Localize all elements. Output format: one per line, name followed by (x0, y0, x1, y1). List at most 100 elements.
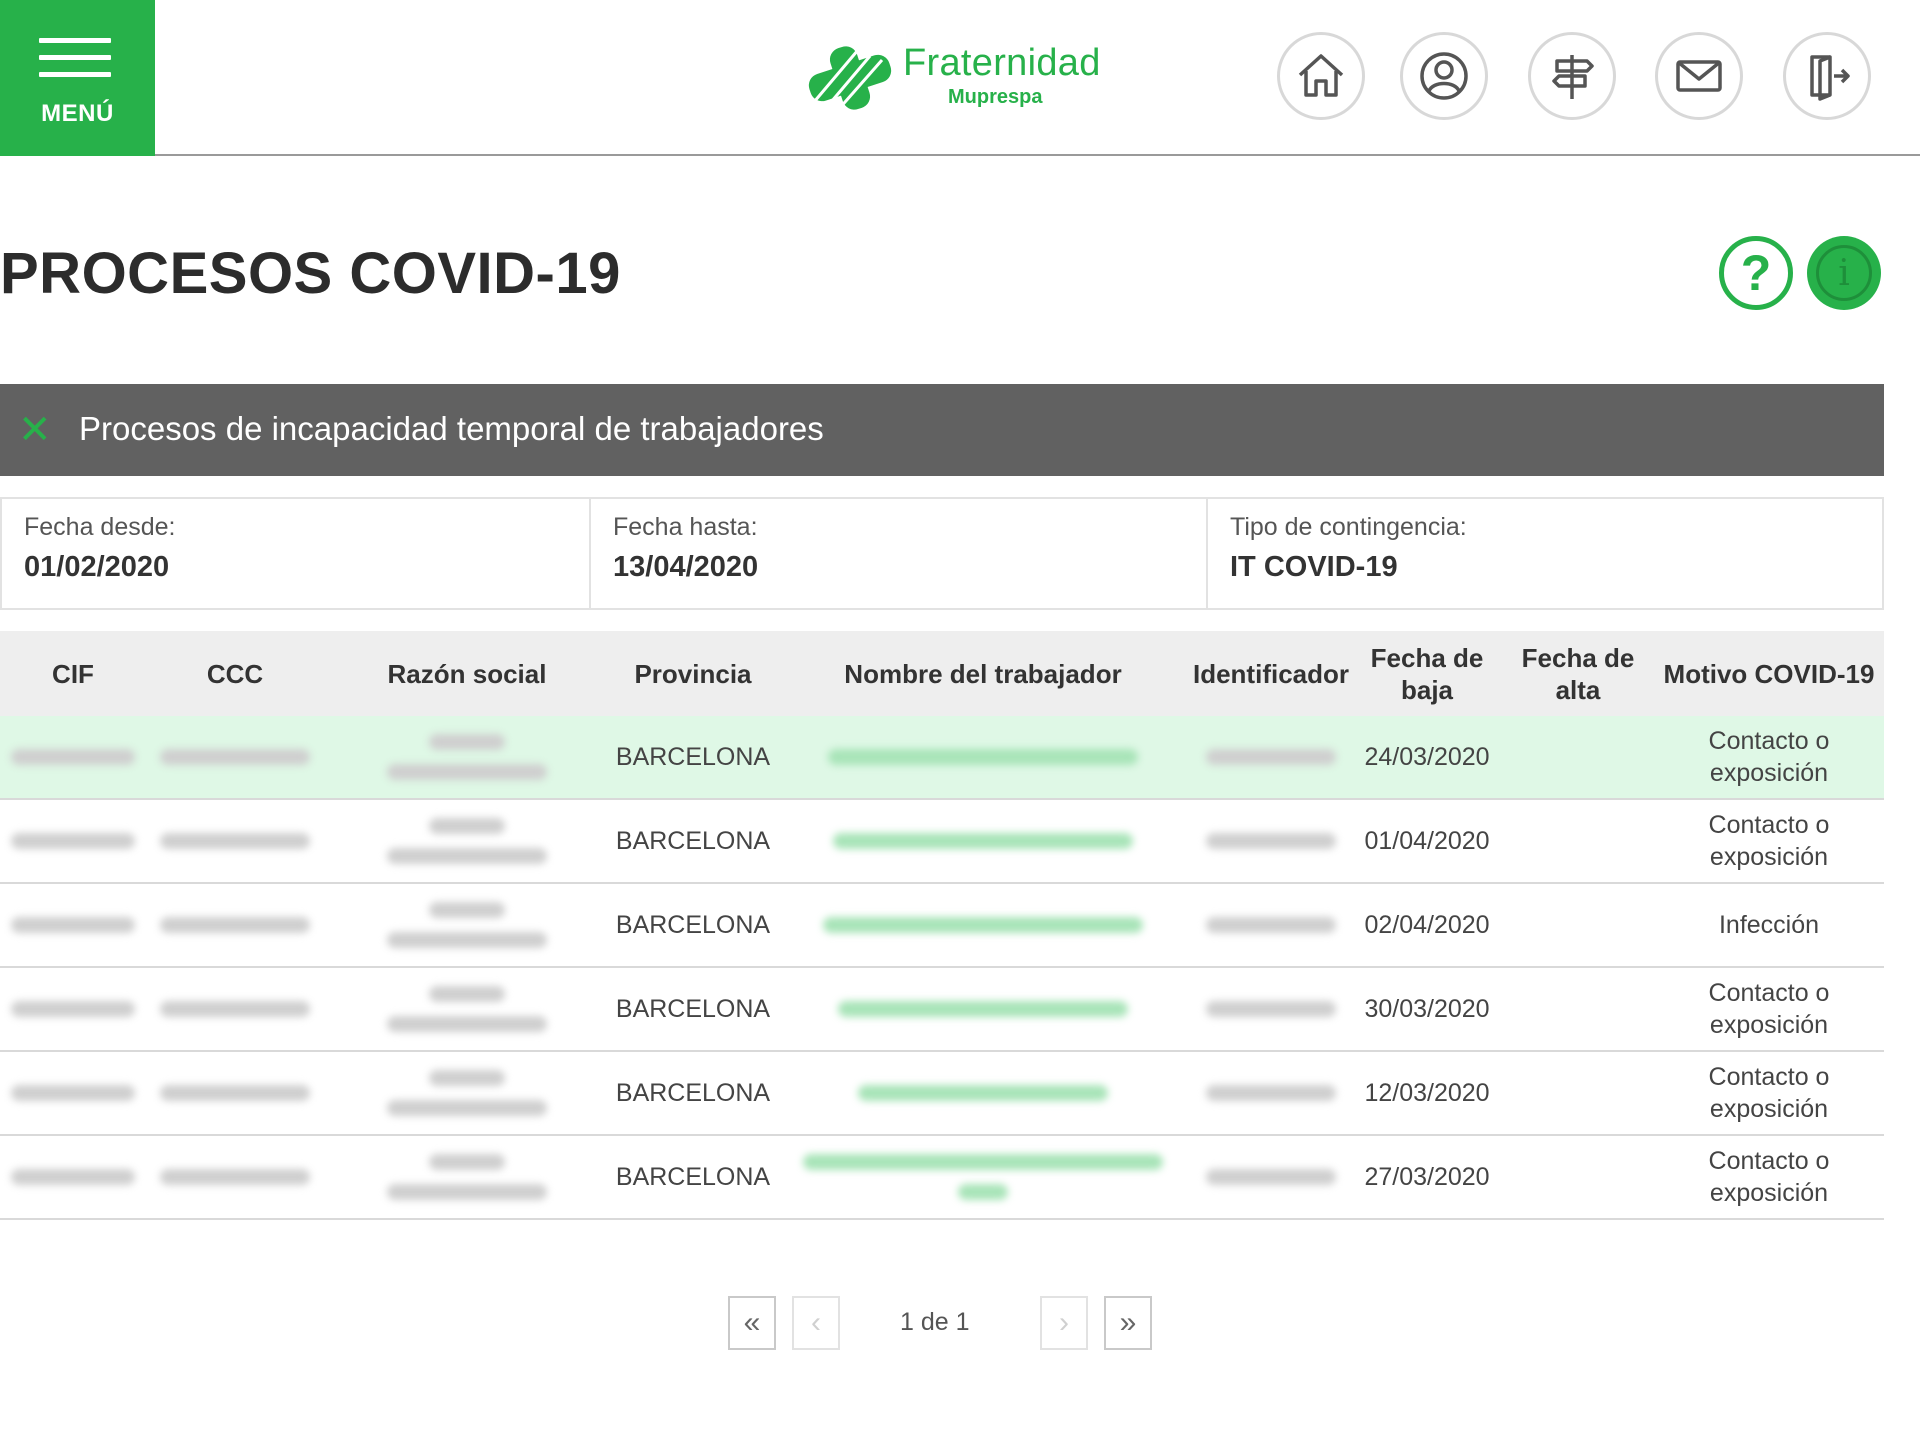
cell-ccc-redacted (146, 909, 324, 941)
cell-nombre-redacted[interactable] (776, 825, 1190, 857)
pagination: « ‹ 1 de 1 › » (728, 1296, 1152, 1352)
cell-ccc-redacted (146, 741, 324, 773)
cell-cif-redacted (0, 825, 146, 857)
table-row[interactable]: BARCELONA 02/04/2020 Infección (0, 884, 1884, 968)
cell-nombre-redacted[interactable] (776, 741, 1190, 773)
cell-cif-redacted (0, 993, 146, 1025)
double-chevron-left-icon: « (743, 1306, 761, 1339)
first-page-button[interactable]: « (728, 1296, 776, 1350)
cell-ccc-redacted (146, 825, 324, 857)
column-header-motivo[interactable]: Motivo COVID-19 (1654, 658, 1884, 690)
filter-value: IT COVID-19 (1230, 551, 1398, 583)
filter-tipo-contingencia[interactable]: Tipo de contingencia: IT COVID-19 (1208, 499, 1882, 608)
cell-provincia: BARCELONA (615, 827, 771, 855)
messages-button[interactable] (1655, 32, 1743, 120)
cell-motivo: Contacto o exposición (1708, 1147, 1830, 1207)
cell-identificador-redacted (1190, 741, 1352, 773)
cell-nombre-redacted[interactable] (776, 993, 1190, 1025)
page-indicator: 1 de 1 (900, 1308, 970, 1336)
column-header-cif[interactable]: CIF (0, 658, 146, 690)
cell-motivo: Contacto o exposición (1708, 979, 1830, 1039)
filter-label: Fecha hasta: (613, 513, 758, 541)
cell-ccc-redacted (146, 1161, 324, 1193)
cell-provincia: BARCELONA (615, 1163, 771, 1191)
column-header-provincia[interactable]: Provincia (610, 658, 776, 690)
cell-motivo: Contacto o exposición (1708, 811, 1830, 871)
last-page-button[interactable]: » (1104, 1296, 1152, 1350)
filter-label: Fecha desde: (24, 513, 176, 541)
info-button[interactable]: i (1807, 236, 1881, 310)
section-header: ✕ Procesos de incapacidad temporal de tr… (0, 384, 1884, 476)
cell-ccc-redacted (146, 1077, 324, 1109)
cell-provincia: BARCELONA (615, 1079, 771, 1107)
cell-cif-redacted (0, 741, 146, 773)
cell-nombre-redacted[interactable] (776, 1077, 1190, 1109)
top-header: MENÚ Fraternidad Muprespa (0, 0, 1920, 156)
cell-razon-social-redacted (324, 986, 610, 1032)
cell-provincia: BARCELONA (615, 995, 771, 1023)
logout-button[interactable] (1783, 32, 1871, 120)
chevron-left-icon: ‹ (811, 1306, 821, 1339)
logo-name: Fraternidad (903, 42, 1101, 84)
fraternidad-logo[interactable]: Fraternidad Muprespa (800, 38, 1100, 118)
cell-motivo: Contacto o exposición (1708, 727, 1830, 787)
filter-fecha-hasta[interactable]: Fecha hasta: 13/04/2020 (591, 499, 1208, 608)
directions-button[interactable] (1528, 32, 1616, 120)
previous-page-button[interactable]: ‹ (792, 1296, 840, 1350)
home-button[interactable] (1277, 32, 1365, 120)
cell-identificador-redacted (1190, 909, 1352, 941)
mail-icon (1676, 60, 1722, 92)
page-title: PROCESOS COVID-19 (0, 241, 621, 306)
cell-fecha-baja: 30/03/2020 (1364, 995, 1490, 1023)
table-row[interactable]: BARCELONA 01/04/2020 Contacto o exposici… (0, 800, 1884, 884)
table-row[interactable]: BARCELONA 24/03/2020 Contacto o exposici… (0, 716, 1884, 800)
cell-razon-social-redacted (324, 734, 610, 780)
table-row[interactable]: BARCELONA 30/03/2020 Contacto o exposici… (0, 968, 1884, 1052)
logo-cross-icon (808, 46, 892, 111)
column-header-ccc[interactable]: CCC (146, 658, 324, 690)
profile-button[interactable] (1400, 32, 1488, 120)
menu-button[interactable]: MENÚ (0, 0, 155, 156)
cell-ccc-redacted (146, 993, 324, 1025)
cell-motivo: Infección (1718, 911, 1820, 939)
table-header: CIF CCC Razón social Provincia Nombre de… (0, 631, 1884, 716)
cell-identificador-redacted (1190, 1077, 1352, 1109)
filter-label: Tipo de contingencia: (1230, 513, 1467, 541)
processes-table: CIF CCC Razón social Provincia Nombre de… (0, 631, 1884, 1220)
cell-cif-redacted (0, 909, 146, 941)
signpost-icon (1552, 55, 1594, 99)
column-header-fecha-alta[interactable]: Fecha de alta (1502, 642, 1654, 706)
hamburger-icon (39, 38, 111, 89)
cell-identificador-redacted (1190, 993, 1352, 1025)
column-header-identificador[interactable]: Identificador (1190, 658, 1352, 690)
section-title: Procesos de incapacidad temporal de trab… (79, 410, 824, 447)
column-header-razon-social[interactable]: Razón social (324, 658, 610, 690)
column-header-fecha-baja[interactable]: Fecha de baja (1352, 642, 1502, 706)
column-header-nombre[interactable]: Nombre del trabajador (776, 658, 1190, 690)
cell-fecha-baja: 02/04/2020 (1364, 911, 1490, 939)
filter-fecha-desde[interactable]: Fecha desde: 01/02/2020 (2, 499, 591, 608)
user-icon (1420, 52, 1468, 100)
next-page-button[interactable]: › (1040, 1296, 1088, 1350)
cell-razon-social-redacted (324, 902, 610, 948)
menu-label: MENÚ (41, 100, 114, 127)
cell-cif-redacted (0, 1077, 146, 1109)
cell-fecha-baja: 24/03/2020 (1364, 743, 1490, 771)
filters-panel: Fecha desde: 01/02/2020 Fecha hasta: 13/… (0, 497, 1884, 610)
cell-nombre-redacted[interactable] (776, 909, 1190, 941)
chevron-right-icon: › (1059, 1306, 1069, 1339)
table-row[interactable]: BARCELONA 27/03/2020 Contacto o exposici… (0, 1136, 1884, 1220)
cell-cif-redacted (0, 1161, 146, 1193)
cell-identificador-redacted (1190, 825, 1352, 857)
filter-value: 13/04/2020 (613, 551, 759, 583)
close-icon[interactable]: ✕ (18, 408, 52, 452)
table-row[interactable]: BARCELONA 12/03/2020 Contacto o exposici… (0, 1052, 1884, 1136)
cell-motivo: Contacto o exposición (1708, 1063, 1830, 1123)
double-chevron-right-icon: » (1119, 1306, 1137, 1339)
cell-razon-social-redacted (324, 1070, 610, 1116)
cell-fecha-baja: 01/04/2020 (1364, 827, 1490, 855)
cell-razon-social-redacted (324, 818, 610, 864)
cell-nombre-redacted[interactable] (776, 1154, 1190, 1200)
cell-identificador-redacted (1190, 1161, 1352, 1193)
help-button[interactable]: ? (1719, 236, 1793, 310)
